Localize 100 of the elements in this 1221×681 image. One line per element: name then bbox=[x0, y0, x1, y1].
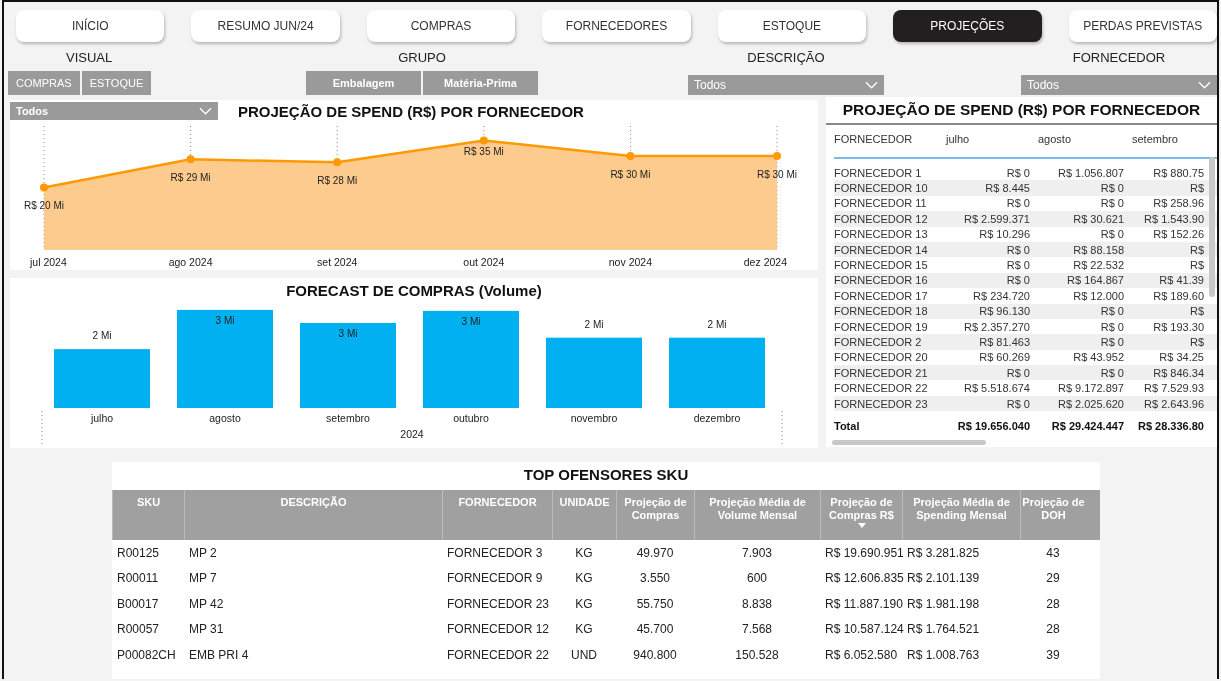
table-cell-text: R$ 12.000 bbox=[1072, 289, 1124, 302]
data-label: 3 Mi bbox=[461, 315, 481, 327]
table-cell-text: MP 2 bbox=[188, 545, 218, 560]
table-cell-text: 45.700 bbox=[635, 622, 675, 637]
sort-icon bbox=[857, 523, 866, 529]
data-label: 2 Mi bbox=[92, 330, 112, 342]
table-cell-text: FORNECEDOR 3 bbox=[446, 545, 544, 560]
table-cell-text: R$ bbox=[1188, 336, 1204, 348]
column-header[interactable]: DESCRIÇÃO bbox=[184, 490, 442, 540]
table-cell-text: FORNECEDOR 13 bbox=[834, 228, 929, 241]
table-cell-text: R$ 9.172.897 bbox=[1056, 382, 1124, 395]
group-option[interactable]: Matéria-Prima bbox=[423, 71, 538, 95]
column-header[interactable]: agosto bbox=[1030, 133, 1124, 145]
column-header[interactable]: FORNECEDOR bbox=[834, 133, 938, 145]
total-cell-text: R$ 28.336.80 bbox=[1136, 420, 1204, 433]
table-cell-text: FORNECEDOR 18 bbox=[834, 305, 929, 318]
table-cell-text: R$ 3.281.825 bbox=[906, 545, 981, 560]
filter-label: VISUAL bbox=[66, 50, 113, 65]
axis-label: julho bbox=[90, 412, 114, 424]
table-cell-text: 28 bbox=[1045, 596, 1061, 611]
supplier-dropdown[interactable]: Todos bbox=[1021, 75, 1217, 95]
table-cell-text: FORNECEDOR 15 bbox=[834, 259, 929, 272]
data-label: R$ 35 Mi bbox=[463, 146, 504, 158]
table-cell-text: R$ 2.643.96 bbox=[1143, 397, 1204, 410]
table-cell-text: R$ 0 bbox=[1005, 259, 1030, 272]
column-header[interactable]: Projeção de DOH bbox=[1020, 490, 1086, 540]
table-cell-text: R$ 10.587.124 bbox=[824, 622, 902, 637]
table-cell-text: R$ bbox=[1188, 259, 1204, 272]
axis-label: ago 2024 bbox=[168, 256, 213, 268]
column-header[interactable]: Projeção de Compras R$ bbox=[820, 490, 902, 540]
table-cell-text: R$ 2.101.139 bbox=[906, 571, 981, 586]
nav-tab[interactable]: COMPRAS bbox=[366, 10, 516, 42]
column-header[interactable]: SKU bbox=[112, 490, 184, 540]
table-cell-text: FORNECEDOR 2 bbox=[834, 336, 923, 348]
table-cell-text: R$ 0 bbox=[1005, 366, 1030, 379]
column-header[interactable]: setembro bbox=[1124, 133, 1204, 145]
column-header[interactable]: FORNECEDOR bbox=[442, 490, 552, 540]
scrollbar[interactable] bbox=[1209, 157, 1215, 297]
table-cell-text: 28 bbox=[1045, 622, 1061, 637]
table-cell-text: R$ 234.720 bbox=[972, 289, 1030, 302]
data-point bbox=[626, 152, 635, 161]
table-cell-text: 7.568 bbox=[741, 622, 773, 637]
table-cell-text: 940.800 bbox=[632, 647, 678, 662]
nav-tab[interactable]: RESUMO JUN/24 bbox=[191, 10, 340, 42]
table-cell-text: FORNECEDOR 9 bbox=[446, 571, 544, 586]
filter-label: DESCRIÇÃO bbox=[747, 50, 825, 65]
axis-label: set 2024 bbox=[317, 256, 358, 268]
table-cell-text: 43 bbox=[1045, 545, 1061, 560]
data-label: 3 Mi bbox=[338, 328, 358, 339]
nav-tab[interactable]: FORNECEDORES bbox=[542, 10, 691, 42]
column-header[interactable]: Projeção de Compras bbox=[616, 490, 694, 540]
table-cell-text: FORNECEDOR 19 bbox=[834, 320, 929, 333]
table-cell-text: FORNECEDOR 10 bbox=[834, 182, 929, 195]
table-cell-text: UND bbox=[570, 647, 598, 662]
table-cell-text: R$ 96.130 bbox=[978, 305, 1030, 318]
column-header[interactable]: UNIDADE bbox=[552, 490, 616, 540]
nav-tab[interactable]: PROJEÇÕES bbox=[893, 10, 1042, 42]
table-cell-text: R00057 bbox=[116, 622, 161, 637]
table-cell-text: R$ bbox=[1188, 182, 1204, 195]
column-header[interactable]: Projeção Média de Spending Mensal bbox=[902, 490, 1020, 540]
description-dropdown[interactable]: Todos bbox=[688, 75, 884, 95]
table-cell-text: R$ 88.158 bbox=[1072, 243, 1124, 256]
column-header[interactable]: julho bbox=[938, 133, 1030, 145]
nav-tab[interactable]: PERDAS PREVISTAS bbox=[1068, 10, 1217, 42]
data-point bbox=[479, 136, 488, 145]
table-cell-text: FORNECEDOR 11 bbox=[834, 197, 928, 210]
table-cell-text: B00017 bbox=[116, 596, 160, 611]
group-option[interactable]: Embalagem bbox=[306, 71, 421, 95]
table-cell-text: KG bbox=[574, 571, 594, 586]
table-cell-text: FORNECEDOR 20 bbox=[834, 351, 929, 364]
nav-tab[interactable]: ESTOQUE bbox=[717, 10, 867, 42]
table-cell-text: R$ 11.887.190 bbox=[824, 596, 902, 611]
table-cell-text: FORNECEDOR 16 bbox=[834, 274, 929, 287]
table-cell-text: R$ 2.599.371 bbox=[962, 212, 1030, 225]
supplier-dropdown[interactable]: Todos bbox=[10, 102, 218, 120]
data-point bbox=[773, 152, 781, 161]
table-cell-text: MP 7 bbox=[188, 571, 218, 586]
data-label: R$ 20 Mi bbox=[24, 200, 64, 212]
scrollbar[interactable] bbox=[832, 440, 986, 445]
chevron-down-icon bbox=[199, 107, 212, 115]
table-cell-text: R$ 34.25 bbox=[1158, 351, 1204, 364]
table-cell-text: R$ 189.60 bbox=[1152, 289, 1204, 302]
axis-label: outubro bbox=[453, 412, 489, 424]
column-header[interactable]: Projeção Média de Volume Mensal bbox=[694, 490, 820, 540]
chevron-down-icon bbox=[865, 81, 878, 89]
table-cell-text: R$ 5.518.674 bbox=[962, 382, 1030, 395]
filter-label: GRUPO bbox=[398, 50, 446, 65]
visual-option[interactable]: ESTOQUE bbox=[81, 71, 152, 95]
table-cell-text: R$ 193.30 bbox=[1152, 320, 1204, 333]
nav-tab[interactable]: INÍCIO bbox=[16, 10, 165, 42]
table-cell-text: 29 bbox=[1045, 571, 1061, 586]
visual-option[interactable]: COMPRAS bbox=[8, 71, 80, 95]
table-cell-text: R$ 2.025.620 bbox=[1056, 397, 1124, 410]
table-cell-text: KG bbox=[574, 545, 594, 560]
axis-label: nov 2024 bbox=[608, 256, 652, 268]
table-cell-text: R$ 30.621 bbox=[1072, 212, 1124, 225]
data-label: 2 Mi bbox=[584, 318, 604, 330]
table-cell-text: R$ 846.34 bbox=[1152, 366, 1204, 379]
table-cell-text: R$ 0 bbox=[1099, 197, 1124, 210]
axis-title: 2024 bbox=[400, 428, 424, 440]
